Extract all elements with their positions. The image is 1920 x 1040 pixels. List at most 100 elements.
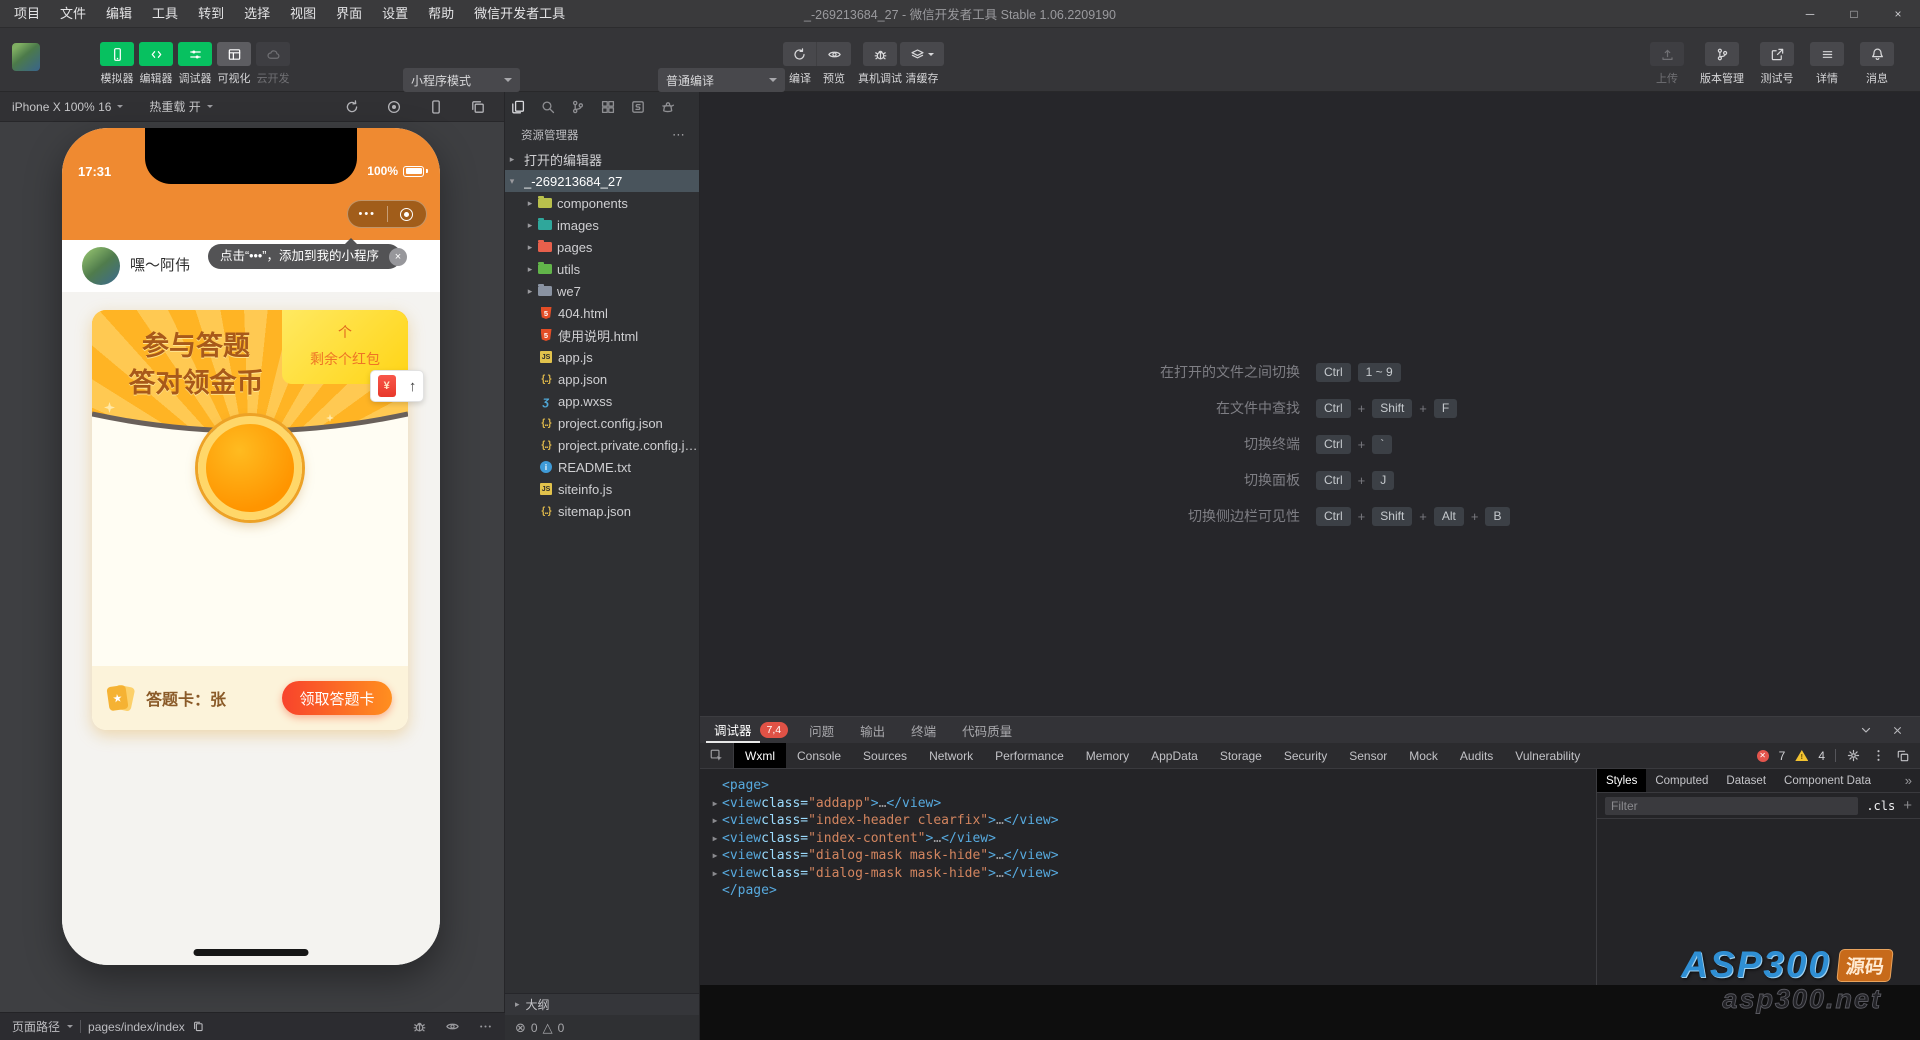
devtools-tab-Audits[interactable]: Audits xyxy=(1449,743,1504,768)
close-icon[interactable] xyxy=(1891,724,1904,737)
more-icon[interactable]: ⋯ xyxy=(672,127,685,143)
bell-button[interactable]: 消息 xyxy=(1860,42,1894,86)
expand-arrow-icon[interactable]: ▶ xyxy=(708,795,722,813)
menu-选择[interactable]: 选择 xyxy=(234,0,280,28)
outline-section[interactable]: ▸ 大纲 xyxy=(505,993,699,1015)
panel-tab-调试器[interactable]: 调试器 xyxy=(706,717,760,743)
expand-arrow-icon[interactable]: ▶ xyxy=(708,830,722,848)
snippets-icon[interactable] xyxy=(630,99,646,115)
list-button[interactable]: 详情 xyxy=(1810,42,1844,86)
devtools-tab-Security[interactable]: Security xyxy=(1273,743,1338,768)
view-button-sliders[interactable]: 调试器 xyxy=(178,42,212,86)
exit-target-icon[interactable] xyxy=(388,207,427,221)
styles-tab-Styles[interactable]: Styles xyxy=(1597,769,1647,792)
menu-工具[interactable]: 工具 xyxy=(142,0,188,28)
maximize-button[interactable]: □ xyxy=(1832,0,1876,28)
get-answer-card-button[interactable]: 领取答题卡 xyxy=(282,681,392,715)
devtools-tab-Performance[interactable]: Performance xyxy=(984,743,1075,768)
kebab-menu-icon[interactable] xyxy=(1871,748,1886,763)
compile-mode-select[interactable]: 普通编译 xyxy=(658,68,785,92)
chevron-down-icon[interactable] xyxy=(1859,723,1873,737)
minimize-button[interactable]: ─ xyxy=(1788,0,1832,28)
tree-folder-we7[interactable]: ▸ we7 xyxy=(505,280,699,302)
tree-project[interactable]: ▾ _-269213684_27 xyxy=(505,170,699,192)
devtools-tab-Sources[interactable]: Sources xyxy=(852,743,918,768)
mode-select[interactable]: 小程序模式 xyxy=(403,68,520,92)
undock-icon[interactable] xyxy=(1896,749,1910,763)
devtools-tab-Network[interactable]: Network xyxy=(918,743,984,768)
bug-icon[interactable] xyxy=(412,1019,427,1034)
tree-folder-images[interactable]: ▸ images xyxy=(505,214,699,236)
extensions-icon[interactable] xyxy=(600,99,616,115)
tree-file[interactable]: 5 404.html xyxy=(505,302,699,324)
remote-debug-button[interactable]: 真机调试 xyxy=(858,42,902,86)
panel-tab-问题[interactable]: 问题 xyxy=(796,717,847,743)
more-tabs-icon[interactable]: » xyxy=(1905,769,1920,792)
tree-file[interactable]: i README.txt xyxy=(505,456,699,478)
view-button-phone[interactable]: 模拟器 xyxy=(100,42,134,86)
gear-icon[interactable] xyxy=(1846,748,1861,763)
menu-转到[interactable]: 转到 xyxy=(188,0,234,28)
tree-folder-pages[interactable]: ▸ pages xyxy=(505,236,699,258)
menu-编辑[interactable]: 编辑 xyxy=(96,0,142,28)
devtools-tab-AppData[interactable]: AppData xyxy=(1140,743,1209,768)
rotate-icon[interactable] xyxy=(344,99,360,115)
menu-设置[interactable]: 设置 xyxy=(372,0,418,28)
menu-文件[interactable]: 文件 xyxy=(50,0,96,28)
copy-icon[interactable] xyxy=(192,1020,205,1033)
gold-coin[interactable] xyxy=(198,416,302,520)
styles-tab-Component-Data[interactable]: Component Data xyxy=(1775,769,1880,792)
tree-file[interactable]: JS siteinfo.js xyxy=(505,478,699,500)
device-select[interactable]: iPhone X 100% 16 xyxy=(12,100,124,114)
tree-file[interactable]: 5 使用说明.html xyxy=(505,324,699,346)
device-icon[interactable] xyxy=(428,99,444,115)
windows-icon[interactable] xyxy=(470,99,486,115)
add-style-icon[interactable]: + xyxy=(1903,797,1912,814)
view-button-cloud[interactable]: 云开发 xyxy=(256,42,290,86)
devtools-tab-Memory[interactable]: Memory xyxy=(1075,743,1140,768)
menu-视图[interactable]: 视图 xyxy=(280,0,326,28)
expand-arrow-icon[interactable]: ▶ xyxy=(708,865,722,883)
user-avatar[interactable] xyxy=(12,43,40,71)
menu-微信开发者工具[interactable]: 微信开发者工具 xyxy=(464,0,575,28)
panel-tab-输出[interactable]: 输出 xyxy=(847,717,898,743)
menu-界面[interactable]: 界面 xyxy=(326,0,372,28)
devtools-tab-Storage[interactable]: Storage xyxy=(1209,743,1273,768)
devtools-tab-Mock[interactable]: Mock xyxy=(1398,743,1449,768)
copy-icon[interactable] xyxy=(192,1020,205,1033)
hot-reload-toggle[interactable]: 热重载 开 xyxy=(149,98,213,115)
view-button-code[interactable]: 编辑器 xyxy=(139,42,173,86)
clear-cache-button[interactable]: 清缓存 xyxy=(900,42,944,86)
red-envelope-widget[interactable]: ¥ ↑ xyxy=(370,370,424,402)
compile-button[interactable] xyxy=(783,42,817,66)
tree-file[interactable]: {..} app.json xyxy=(505,368,699,390)
miniprogram-capsule[interactable]: ••• xyxy=(347,200,427,228)
menu-项目[interactable]: 项目 xyxy=(4,0,50,28)
inspect-element-icon[interactable] xyxy=(700,743,734,768)
problems-status[interactable]: ⊗ 0 △ 0 xyxy=(505,1015,699,1040)
path-label[interactable]: 页面路径 xyxy=(12,1018,60,1035)
view-button-layout[interactable]: 可视化 xyxy=(217,42,251,86)
more-icon[interactable] xyxy=(478,1019,493,1034)
branch-button[interactable]: 版本管理 xyxy=(1700,42,1744,86)
styles-tab-Computed[interactable]: Computed xyxy=(1646,769,1717,792)
panel-tab-终端[interactable]: 终端 xyxy=(898,717,949,743)
tree-file[interactable]: {..} sitemap.json xyxy=(505,500,699,522)
devtools-tab-Wxml[interactable]: Wxml xyxy=(734,743,786,768)
preview-button[interactable] xyxy=(817,42,851,66)
styles-filter-input[interactable] xyxy=(1605,796,1859,815)
tree-file[interactable]: {..} project.config.json xyxy=(505,412,699,434)
devtools-tab-Console[interactable]: Console xyxy=(786,743,852,768)
external-button[interactable]: 测试号 xyxy=(1760,42,1794,86)
styles-tab-Dataset[interactable]: Dataset xyxy=(1717,769,1775,792)
tree-folder-components[interactable]: ▸ components xyxy=(505,192,699,214)
menu-帮助[interactable]: 帮助 xyxy=(418,0,464,28)
devtools-tab-Vulnerability[interactable]: Vulnerability xyxy=(1504,743,1591,768)
tree-section[interactable]: ▸ 打开的编辑器 xyxy=(505,148,699,170)
files-icon[interactable] xyxy=(510,99,526,115)
record-icon[interactable] xyxy=(386,99,402,115)
tree-file[interactable]: {..} project.private.config.js… xyxy=(505,434,699,456)
tree-file[interactable]: JS app.js xyxy=(505,346,699,368)
devtools-tab-Sensor[interactable]: Sensor xyxy=(1338,743,1398,768)
source-control-icon[interactable] xyxy=(570,99,586,115)
